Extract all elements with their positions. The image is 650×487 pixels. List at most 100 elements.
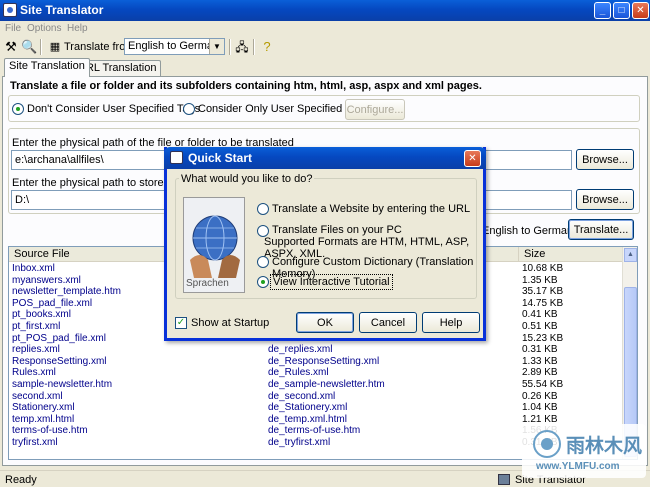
dialog-title: Quick Start bbox=[188, 151, 253, 165]
size-cell: 55.54 KB bbox=[522, 379, 564, 390]
table-row[interactable]: Rules.xml de_Rules.xml 2.89 KB bbox=[9, 367, 624, 379]
options-group-label: What would you like to do? bbox=[179, 173, 315, 185]
target-file-cell: de_terms-of-use.htm bbox=[268, 425, 361, 437]
show-at-startup-checkbox[interactable]: ✓ bbox=[175, 317, 187, 329]
size-cell: 14.75 KB bbox=[522, 297, 564, 309]
scroll-up-icon[interactable]: ▲ bbox=[624, 248, 637, 262]
source-file-cell: second.xml bbox=[12, 390, 63, 402]
tab-site-translation[interactable]: Site Translation bbox=[4, 58, 90, 77]
tools-icon[interactable]: ⚒ bbox=[3, 39, 19, 55]
chevron-down-icon: ▼ bbox=[209, 39, 224, 54]
size-cell: 2.89 KB bbox=[522, 367, 558, 379]
size-cell: 1.33 KB bbox=[522, 355, 558, 367]
radio-translate-website-label: Translate a Website by entering the URL bbox=[272, 203, 471, 215]
radio-dont-consider[interactable] bbox=[12, 103, 24, 115]
table-row[interactable]: ResponseSetting.xml de_ResponseSetting.xm… bbox=[9, 356, 624, 368]
target-file-cell: de_tryfirst.xml bbox=[268, 437, 331, 448]
source-file-cell: Rules.xml bbox=[12, 367, 56, 379]
target-file-cell: de_second.xml bbox=[268, 390, 336, 402]
target-file-cell: de_Stationery.xml bbox=[268, 402, 348, 414]
source-file-cell: pt_books.xml bbox=[12, 309, 71, 321]
size-cell: 0.41 KB bbox=[522, 309, 558, 321]
column-size[interactable]: Size bbox=[519, 247, 624, 262]
title-bar: Site Translator _ □ ✕ bbox=[0, 0, 650, 21]
watermark: 雨林木风 www.YLMFU.com bbox=[522, 424, 646, 478]
quick-start-dialog: Quick Start ✕ What would you like to do?… bbox=[164, 147, 486, 341]
table-row[interactable]: sample-newsletter.htm de_sample-newslette… bbox=[9, 379, 624, 391]
minimize-button[interactable]: _ bbox=[594, 2, 611, 19]
table-row[interactable]: Stationery.xml de_Stationery.xml 1.04 KB bbox=[9, 402, 624, 414]
source-file-cell: ResponseSetting.xml bbox=[12, 355, 107, 367]
help-button[interactable]: Help bbox=[422, 312, 480, 333]
menu-file[interactable]: File bbox=[5, 23, 21, 34]
dialog-title-bar: Quick Start ✕ bbox=[164, 147, 486, 169]
target-file-cell: de_replies.xml bbox=[268, 344, 333, 356]
menu-options[interactable]: Options bbox=[27, 23, 61, 34]
preview-icon[interactable]: 🔍 bbox=[21, 39, 37, 55]
source-file-cell: myanswers.xml bbox=[12, 274, 81, 286]
window-title: Site Translator bbox=[20, 3, 104, 17]
toolbar: ⚒ 🔍 ▦ Translate from English to German ▼… bbox=[0, 37, 650, 57]
source-file-cell: pt_first.xml bbox=[12, 321, 61, 332]
target-file-cell: de_temp.xml.html bbox=[268, 413, 347, 425]
target-browse-button[interactable]: Browse... bbox=[576, 189, 634, 210]
cancel-button[interactable]: Cancel bbox=[359, 312, 417, 333]
watermark-name: 雨林木风 bbox=[566, 435, 643, 457]
target-file-cell: de_sample-newsletter.htm bbox=[268, 379, 385, 390]
taskbar-app-icon bbox=[498, 474, 510, 485]
size-cell: 1.04 KB bbox=[522, 402, 558, 414]
source-file-cell: Inbox.xml bbox=[12, 263, 55, 274]
app-icon bbox=[3, 3, 17, 17]
configure-button[interactable]: Configure... bbox=[345, 99, 405, 120]
table-row[interactable]: replies.xml de_replies.xml 0.31 KB bbox=[9, 344, 624, 356]
dialog-close-button[interactable]: ✕ bbox=[464, 150, 481, 167]
source-file-cell: Stationery.xml bbox=[12, 402, 75, 414]
radio-translate-website[interactable] bbox=[257, 203, 269, 215]
source-browse-button[interactable]: Browse... bbox=[576, 149, 634, 170]
language-select[interactable]: English to German ▼ bbox=[124, 38, 225, 55]
target-file-cell: de_Rules.xml bbox=[268, 367, 329, 379]
table-row[interactable]: second.xml de_second.xml 0.26 KB bbox=[9, 391, 624, 403]
source-file-cell: newsletter_template.htm bbox=[12, 286, 121, 298]
source-file-cell: replies.xml bbox=[12, 344, 60, 356]
radio-consider-only-label: Consider Only User Specified Tags bbox=[198, 103, 369, 115]
size-cell: 35.17 KB bbox=[522, 286, 564, 298]
watermark-logo-icon bbox=[533, 430, 561, 458]
source-file-cell: temp.xml.html bbox=[12, 413, 75, 425]
translate-button[interactable]: Translate... bbox=[568, 219, 634, 240]
image-caption: Sprachen bbox=[186, 278, 229, 289]
size-cell: 1.35 KB bbox=[522, 274, 558, 286]
menu-bar: File Options Help bbox=[0, 21, 650, 37]
radio-view-tutorial[interactable] bbox=[257, 276, 269, 288]
status-text: Ready bbox=[5, 474, 37, 486]
help-icon[interactable]: ? bbox=[259, 39, 275, 55]
size-cell: 0.51 KB bbox=[522, 321, 558, 332]
radio-translate-files-label: Translate Files on your PC bbox=[272, 224, 402, 236]
ok-button[interactable]: OK bbox=[296, 312, 354, 333]
maximize-button[interactable]: □ bbox=[613, 2, 630, 19]
radio-dont-consider-label: Don't Consider User Specified Tags bbox=[27, 103, 201, 115]
size-cell: 0.31 KB bbox=[522, 344, 558, 356]
source-file-cell: tryfirst.xml bbox=[12, 437, 58, 448]
source-file-cell: pt_POS_pad_file.xml bbox=[12, 332, 106, 344]
source-file-cell: sample-newsletter.htm bbox=[12, 379, 113, 390]
source-file-cell: terms-of-use.htm bbox=[12, 425, 88, 437]
dialog-app-icon bbox=[170, 151, 183, 164]
size-cell: 15.23 KB bbox=[522, 332, 564, 344]
close-button[interactable]: ✕ bbox=[632, 2, 649, 19]
menu-help[interactable]: Help bbox=[67, 23, 88, 34]
radio-view-tutorial-label: View Interactive Tutorial bbox=[270, 274, 393, 290]
radio-configure-dictionary[interactable] bbox=[257, 256, 269, 268]
size-cell: 10.68 KB bbox=[522, 263, 564, 274]
globe-image: Sprachen bbox=[183, 197, 245, 293]
source-file-cell: POS_pad_file.xml bbox=[12, 297, 93, 309]
target-file-cell: de_ResponseSetting.xml bbox=[268, 355, 380, 367]
network-icon[interactable]: 🖧 bbox=[234, 39, 250, 55]
radio-consider-only[interactable] bbox=[183, 103, 195, 115]
language-display: English to German bbox=[482, 225, 574, 237]
watermark-url: www.YLMFU.com bbox=[536, 461, 620, 472]
show-at-startup-label: Show at Startup bbox=[191, 317, 270, 329]
size-cell: 0.26 KB bbox=[522, 390, 558, 402]
panel-heading: Translate a file or folder and its subfo… bbox=[10, 80, 482, 92]
translate-icon: ▦ bbox=[49, 41, 61, 53]
